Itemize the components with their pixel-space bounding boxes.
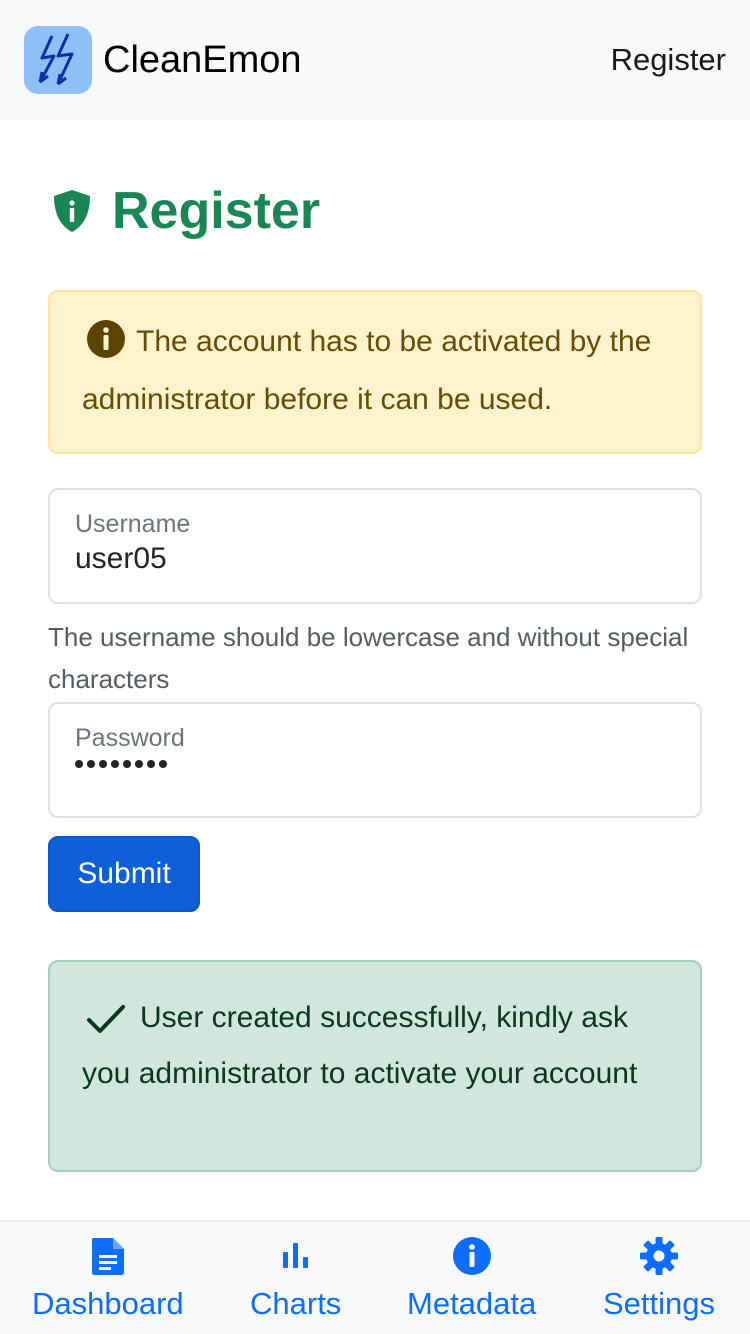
page-title-text: Register: [112, 182, 321, 240]
page-title: Register: [48, 176, 702, 246]
username-field[interactable]: Username: [48, 488, 702, 604]
tab-metadata-label: Metadata: [407, 1286, 537, 1321]
success-text: User created successfully, kindly ask yo…: [82, 1001, 638, 1090]
shield-info-icon: [52, 189, 92, 233]
tab-charts-label: Charts: [250, 1286, 342, 1321]
check-icon: [86, 1002, 126, 1050]
password-input[interactable]: [75, 760, 167, 768]
bar-chart-icon: [276, 1236, 316, 1276]
top-navbar: CleanEmon Register: [0, 0, 750, 120]
tab-charts[interactable]: Charts: [250, 1236, 341, 1322]
info-circle-icon: [452, 1236, 492, 1276]
brand[interactable]: CleanEmon: [24, 26, 302, 94]
brand-name: CleanEmon: [103, 38, 302, 81]
warning-text: The account has to be activated by the a…: [82, 325, 652, 416]
password-field[interactable]: Password: [48, 702, 702, 818]
bottom-tab-bar: Dashboard Charts Metadata Settings: [0, 1220, 750, 1334]
gear-icon: [639, 1236, 679, 1276]
username-label: Username: [75, 510, 191, 538]
tab-dashboard[interactable]: Dashboard: [32, 1236, 184, 1322]
username-input[interactable]: [75, 542, 665, 576]
info-circle-icon: [86, 319, 126, 375]
register-link[interactable]: Register: [611, 42, 726, 78]
submit-button[interactable]: Submit: [48, 836, 200, 912]
success-alert: User created successfully, kindly ask yo…: [48, 960, 702, 1172]
tab-settings[interactable]: Settings: [603, 1236, 715, 1322]
activation-warning-alert: The account has to be activated by the a…: [48, 290, 702, 454]
main-content: Register The account has to be activated…: [48, 176, 702, 1172]
tab-settings-label: Settings: [603, 1286, 716, 1321]
tab-metadata[interactable]: Metadata: [407, 1236, 536, 1322]
password-label: Password: [75, 724, 185, 752]
username-help-text: The username should be lowercase and wit…: [48, 622, 689, 694]
document-icon: [88, 1236, 128, 1276]
tab-dashboard-label: Dashboard: [32, 1286, 184, 1321]
lightning-bolt-icon: [24, 26, 92, 94]
